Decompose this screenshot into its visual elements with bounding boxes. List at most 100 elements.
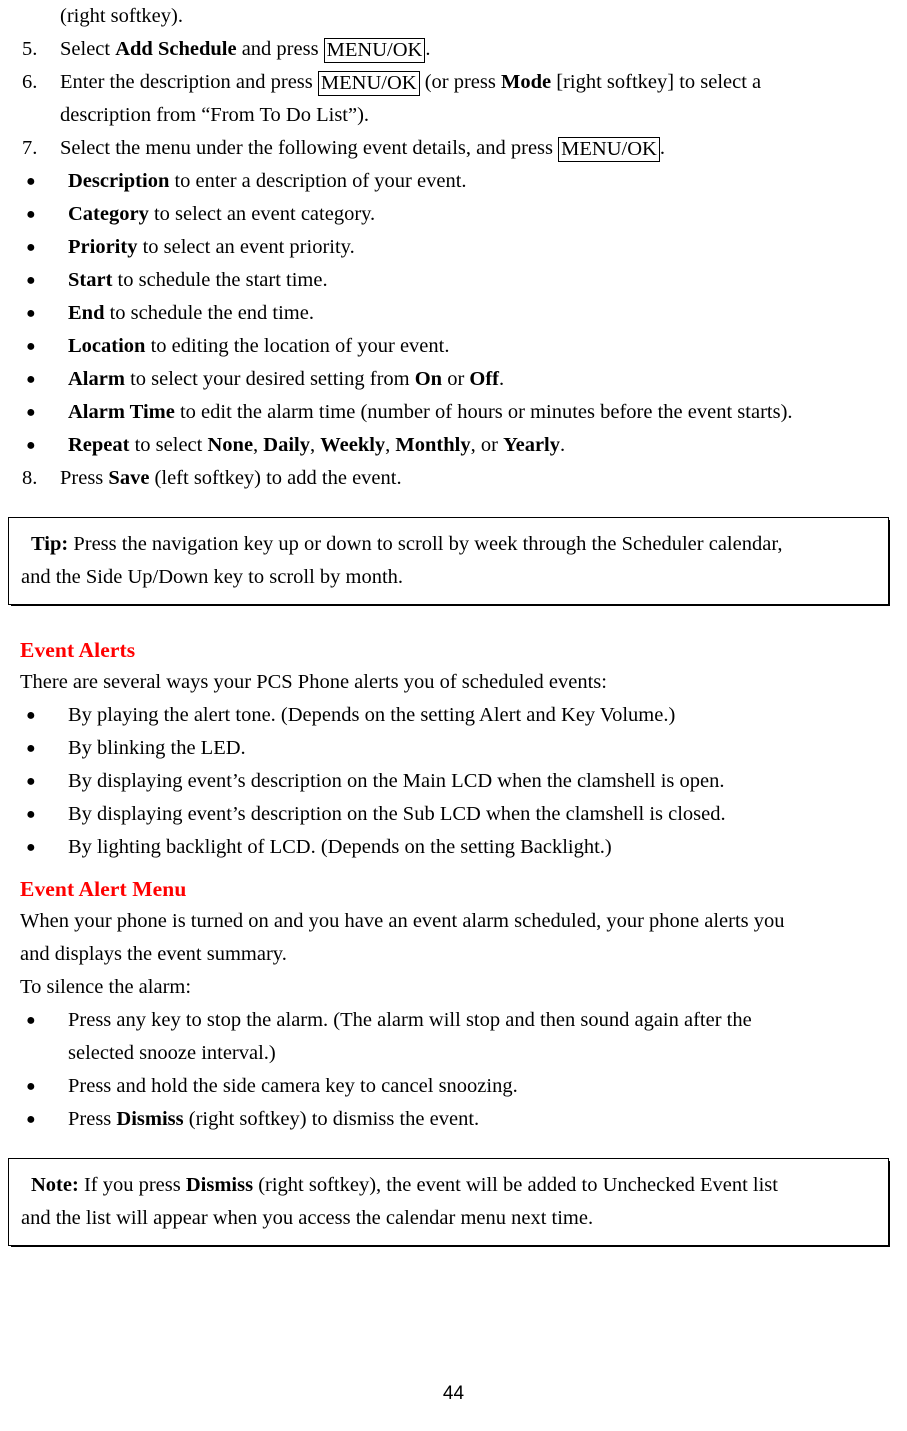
step-1-text-0: Enter the description and press — [60, 71, 318, 93]
step-number: 7. — [22, 137, 38, 159]
step-text: Select the menu under the following even… — [60, 137, 665, 162]
step8-text-0: Press — [60, 467, 109, 489]
bullet-item: ● Category to select an event category. — [0, 198, 907, 231]
bullet-item: ● Press any key to stop the alarm. (The a… — [0, 1004, 907, 1037]
detail-5-bold-0: Location — [68, 335, 146, 357]
bullet-item: ● By blinking the LED. — [0, 732, 907, 765]
bullet-text: By displaying event’s description on the… — [68, 803, 726, 825]
bullet-text: Description to enter a description of yo… — [68, 170, 467, 192]
note-text-0: If you press — [78, 1174, 186, 1196]
bullet-dot-icon: ● — [26, 371, 36, 388]
note-line-2: and the list will appear when you access… — [21, 1207, 594, 1229]
bullet-dot-icon: ● — [26, 272, 36, 289]
bullet-dot-icon: ● — [26, 707, 36, 724]
bullet-dot-icon: ● — [26, 773, 36, 790]
detail-8-bold-0: Repeat — [68, 434, 130, 456]
silence-2-bold-1: Dismiss — [116, 1108, 184, 1130]
bullet-dot-icon: ● — [26, 437, 36, 454]
note-callout-box: Note: If you press Dismiss (right softke… — [8, 1158, 889, 1246]
event-alerts-bullet-list: ● By playing the alert tone. (Depends on … — [0, 699, 907, 864]
detail-8-text-9: , or — [470, 434, 504, 456]
bullet-item: ● By playing the alert tone. (Depends on … — [0, 699, 907, 732]
detail-6-bold-0: Alarm — [68, 368, 125, 390]
detail-8-bold-2: None — [207, 434, 254, 456]
tip-callout-box: Tip: Press the navigation key up or down… — [8, 517, 889, 605]
silence-0-text-0: Press any key to stop the alarm. (The al… — [68, 1009, 752, 1031]
detail-2-bold-0: Priority — [68, 236, 138, 258]
note-bold-1: Dismiss — [185, 1174, 254, 1196]
page-number: 44 — [442, 1383, 465, 1404]
silence-2-text-2: (right softkey) to dismiss the event. — [183, 1108, 480, 1130]
bullet-text: By blinking the LED. — [68, 737, 246, 759]
detail-8-bold-4: Daily — [263, 434, 310, 456]
numbered-step: 7. Select the menu under the following ev… — [0, 132, 907, 165]
numbered-step: 6. Enter the description and press MENU/O… — [0, 66, 907, 99]
bullet-item: ● Repeat to select None, Daily, Weekly, M… — [0, 429, 907, 462]
bullet-continuation-text: selected snooze interval.) — [68, 1042, 276, 1064]
bullet-item: ● Press and hold the side camera key to c… — [0, 1070, 907, 1103]
note-text-2: (right softkey), the event will be added… — [253, 1174, 778, 1196]
bullet-dot-icon: ● — [26, 839, 36, 856]
note-label: Note: — [31, 1174, 79, 1196]
bullet-text: Priority to select an event priority. — [68, 236, 355, 258]
key-label-menu-ok: MENU/OK — [558, 137, 660, 162]
bullet-dot-icon: ● — [26, 305, 36, 322]
bullet-text: Location to editing the location of your… — [68, 335, 449, 357]
step-text: Enter the description and press MENU/OK … — [60, 71, 761, 96]
step-0-bold-1: Add Schedule — [115, 38, 237, 60]
bullet-text: Press any key to stop the alarm. (The al… — [68, 1009, 752, 1031]
bullet-text: Start to schedule the start time. — [68, 269, 328, 291]
bullet-item: ● End to schedule the end time. — [0, 297, 907, 330]
bullet-item: ● Location to editing the location of you… — [0, 330, 907, 363]
bullet-text: Alarm Time to edit the alarm time (numbe… — [68, 401, 793, 423]
bullet-item: ● Start to schedule the start time. — [0, 264, 907, 297]
key-label-menu-ok: MENU/OK — [317, 71, 420, 96]
bullet-item: ● By displaying event’s description on th… — [0, 765, 907, 798]
bullet-dot-icon: ● — [26, 338, 36, 355]
detail-8-text-5: , — [310, 434, 321, 456]
step-continuation-line: description from “From To Do List”). — [60, 104, 370, 126]
step-0-text-2: and press — [236, 38, 324, 60]
event-detail-bullets-list: ● Description to enter a description of y… — [0, 165, 907, 462]
bullet-dot-icon: ● — [26, 239, 36, 256]
tip-line-2: and the Side Up/Down key to scroll by mo… — [21, 566, 404, 588]
event-alerts-intro: There are several ways your PCS Phone al… — [20, 671, 607, 693]
step-number: 8. — [22, 467, 38, 489]
heading-event-alerts: Event Alerts — [20, 638, 136, 662]
numbered-step: 5. Select Add Schedule and press MENU/OK. — [0, 33, 907, 66]
silence-1-text-0: Press and hold the side camera key to ca… — [68, 1075, 518, 1097]
bullet-text: Press Dismiss (right softkey) to dismiss… — [68, 1108, 479, 1130]
detail-8-bold-10: Yearly — [503, 434, 560, 456]
bullet-text: By displaying event’s description on the… — [68, 770, 725, 792]
detail-8-bold-8: Monthly — [395, 434, 471, 456]
bullet-continuation-line: selected snooze interval.) — [0, 1037, 907, 1070]
numbered-step: 8. Press Save (left softkey) to add the e… — [0, 462, 907, 495]
bullet-text: Repeat to select None, Daily, Weekly, Mo… — [68, 434, 565, 456]
step-number: 5. — [22, 38, 38, 60]
event-alert-menu-para-2: and displays the event summary. — [20, 943, 287, 965]
step-1-bold-3: Mode — [500, 71, 552, 93]
bullet-item: ● By lighting backlight of LCD. (Depends … — [0, 831, 907, 864]
bullet-text: By lighting backlight of LCD. (Depends o… — [68, 836, 612, 858]
event-alert-menu-para-3: To silence the alarm: — [20, 976, 192, 998]
bullet-item: ● Alarm to select your desired setting fr… — [0, 363, 907, 396]
numbered-steps-list: 5. Select Add Schedule and press MENU/OK.… — [0, 33, 907, 165]
step8-bold-1: Save — [108, 467, 150, 489]
note-line-1: Note: If you press Dismiss (right softke… — [31, 1169, 874, 1202]
note-text-1: If you press Dismiss (right softkey), th… — [79, 1174, 778, 1196]
step-text: Select Add Schedule and press MENU/OK. — [60, 38, 430, 63]
detail-8-text-7: , — [385, 434, 396, 456]
detail-4-bold-0: End — [68, 302, 105, 324]
detail-6-text-3: or — [442, 368, 470, 390]
detail-8-text-11: . — [560, 434, 566, 456]
numbered-step-8: 8. Press Save (left softkey) to add the e… — [0, 462, 907, 495]
event-alert-menu-para-1: When your phone is turned on and you hav… — [20, 910, 785, 932]
page-content: (right softkey). 5. Select Add Schedule a… — [0, 0, 907, 1246]
detail-6-bold-4: Off — [469, 368, 500, 390]
detail-2-text-1: to select an event priority. — [137, 236, 355, 258]
detail-3-text-1: to schedule the start time. — [112, 269, 328, 291]
bullet-dot-icon: ● — [26, 1078, 36, 1095]
event-alert-menu-bullet-list: ● Press any key to stop the alarm. (The a… — [0, 1004, 907, 1136]
